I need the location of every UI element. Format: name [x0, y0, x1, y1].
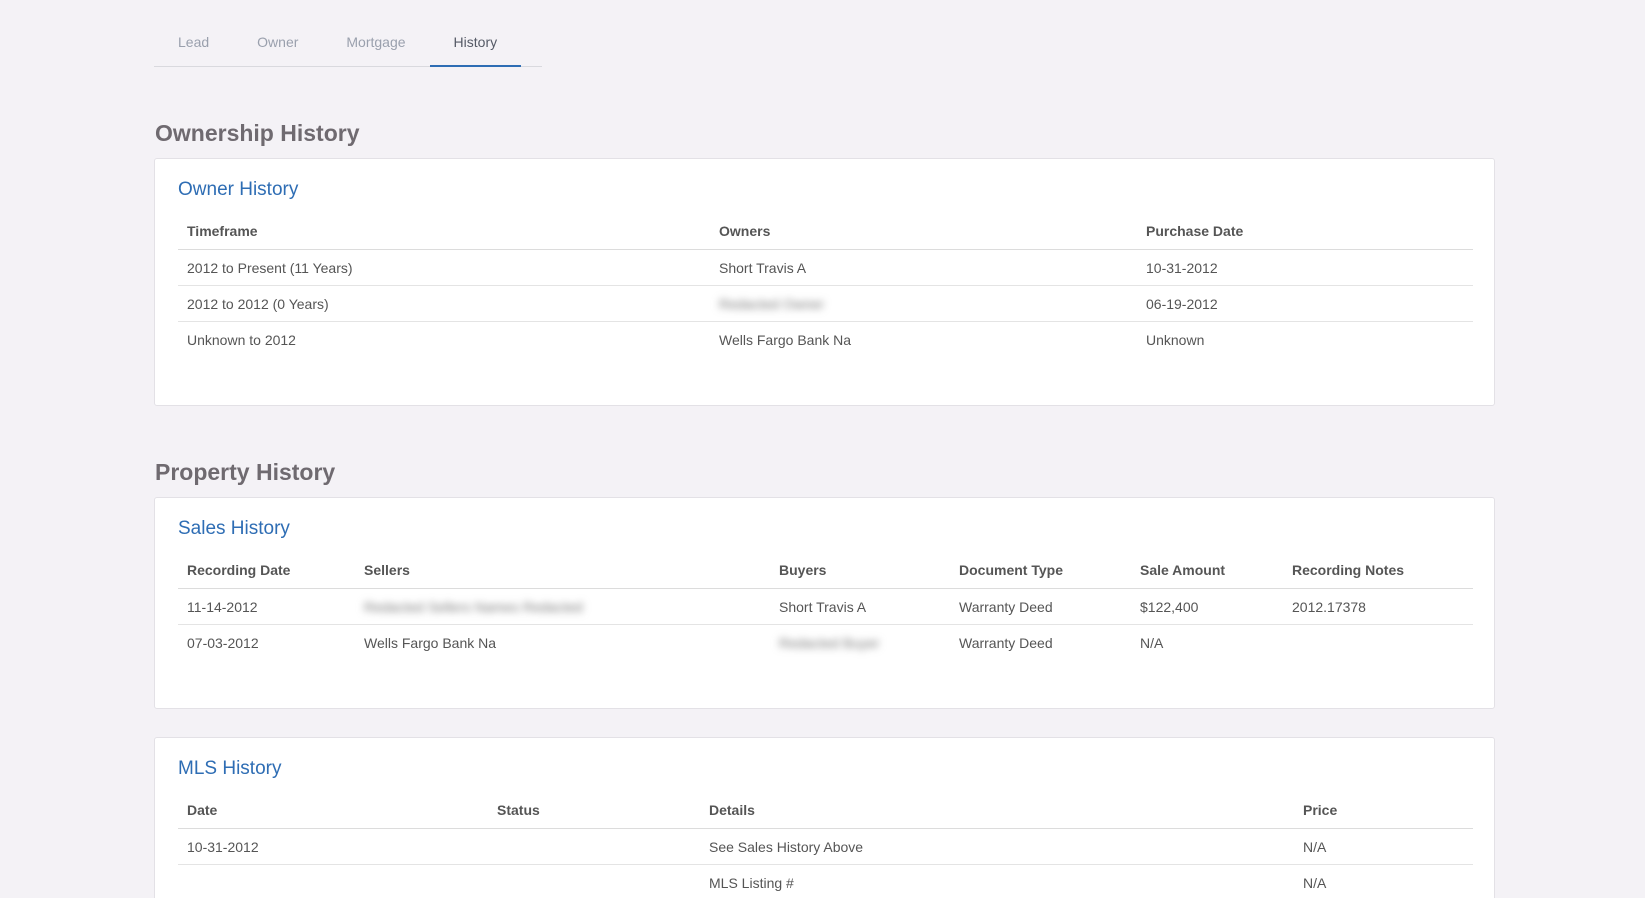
redacted-buyer-name: Redacted Buyer — [779, 634, 880, 651]
recording-date-cell: 07-03-2012 — [187, 634, 259, 651]
mls-history-card: MLS History Date Status Details Price 10… — [154, 737, 1495, 898]
redacted-sellers-names: Redacted Sellers Names Redacted — [364, 598, 583, 615]
mls-history-title: MLS History — [178, 758, 282, 779]
owners-cell: Short Travis A — [710, 249, 1137, 286]
ownership-history-heading: Ownership History — [155, 120, 360, 146]
table-header-row: Date Status Details Price — [178, 792, 1473, 829]
details-cell: See Sales History Above — [700, 828, 1294, 865]
tab-lead[interactable]: Lead — [154, 22, 233, 66]
table-header-row: Recording Date Sellers Buyers Document T… — [178, 552, 1473, 589]
sales-history-table: Recording Date Sellers Buyers Document T… — [178, 552, 1473, 660]
sales-history-title: Sales History — [178, 518, 290, 539]
redacted-owner-name: Redacted Owner — [719, 295, 825, 312]
column-header-status: Status — [488, 792, 700, 829]
recording-date-cell: 11-14-2012 — [178, 588, 355, 625]
document-type-cell: Warranty Deed — [950, 588, 1131, 625]
sale-amount-cell: $122,400 — [1131, 588, 1283, 625]
timeframe-cell: Unknown to 2012 — [187, 331, 296, 348]
column-header-buyers: Buyers — [770, 552, 950, 589]
column-header-timeframe: Timeframe — [178, 213, 710, 250]
property-history-heading: Property History — [155, 459, 336, 485]
table-row: 10-31-2012 See Sales History Above N/A — [178, 828, 1473, 865]
column-header-recording-date: Recording Date — [178, 552, 355, 589]
sellers-cell: Wells Fargo Bank Na — [364, 634, 497, 651]
purchase-date-cell: 10-31-2012 — [1137, 249, 1473, 286]
table-row: Unknown to 2012 Wells Fargo Bank Na Unkn… — [178, 322, 1473, 358]
recording-notes-cell — [1283, 625, 1473, 661]
sales-history-card: Sales History Recording Date Sellers Buy… — [154, 497, 1495, 709]
table-row: 07-03-2012 Wells Fargo Bank Na Redacted … — [178, 625, 1473, 661]
owner-history-card: Owner History Timeframe Owners Purchase … — [154, 158, 1495, 406]
column-header-price: Price — [1294, 792, 1473, 829]
column-header-date: Date — [178, 792, 488, 829]
status-cell — [488, 828, 700, 865]
purchase-date-cell: Unknown — [1146, 331, 1205, 348]
table-row: 11-14-2012 Redacted Sellers Names Redact… — [178, 588, 1473, 625]
recording-notes-cell: 2012.17378 — [1283, 588, 1473, 625]
owners-cell: Wells Fargo Bank Na — [719, 331, 852, 348]
date-cell: 10-31-2012 — [178, 828, 488, 865]
tab-bar: Lead Owner Mortgage History — [154, 22, 542, 67]
tab-mortgage[interactable]: Mortgage — [322, 22, 429, 66]
mls-history-table: Date Status Details Price 10-31-2012 See… — [178, 792, 1473, 898]
owner-history-table: Timeframe Owners Purchase Date 2012 to P… — [178, 213, 1473, 357]
owner-history-title: Owner History — [178, 179, 299, 200]
history-page: Lead Owner Mortgage History Ownership Hi… — [0, 0, 1645, 898]
table-row: 2012 to Present (11 Years) Short Travis … — [178, 249, 1473, 286]
document-type-cell: Warranty Deed — [959, 634, 1053, 651]
purchase-date-cell: 06-19-2012 — [1137, 285, 1473, 322]
timeframe-cell: 2012 to Present (11 Years) — [178, 249, 710, 286]
table-row: 2012 to 2012 (0 Years) Redacted Owner 06… — [178, 285, 1473, 322]
table-header-row: Timeframe Owners Purchase Date — [178, 213, 1473, 250]
owners-cell: Redacted Owner — [710, 285, 1137, 322]
timeframe-cell: 2012 to 2012 (0 Years) — [178, 285, 710, 322]
column-header-sale-amount: Sale Amount — [1131, 552, 1283, 589]
column-header-document-type: Document Type — [950, 552, 1131, 589]
date-cell — [178, 865, 488, 898]
status-cell — [488, 865, 700, 898]
column-header-recording-notes: Recording Notes — [1283, 552, 1473, 589]
price-cell: N/A — [1294, 828, 1473, 865]
column-header-sellers: Sellers — [355, 552, 770, 589]
sale-amount-cell: N/A — [1140, 634, 1164, 651]
price-cell: N/A — [1303, 874, 1327, 891]
sellers-cell: Redacted Sellers Names Redacted — [355, 588, 770, 625]
column-header-purchase-date: Purchase Date — [1137, 213, 1473, 250]
buyers-cell: Short Travis A — [770, 588, 950, 625]
buyers-cell: Redacted Buyer — [770, 625, 950, 661]
column-header-details: Details — [700, 792, 1294, 829]
table-row: MLS Listing # N/A — [178, 865, 1473, 898]
tab-owner[interactable]: Owner — [233, 22, 322, 66]
column-header-owners: Owners — [710, 213, 1137, 250]
details-cell: MLS Listing # — [709, 874, 794, 891]
tab-history[interactable]: History — [429, 22, 522, 67]
